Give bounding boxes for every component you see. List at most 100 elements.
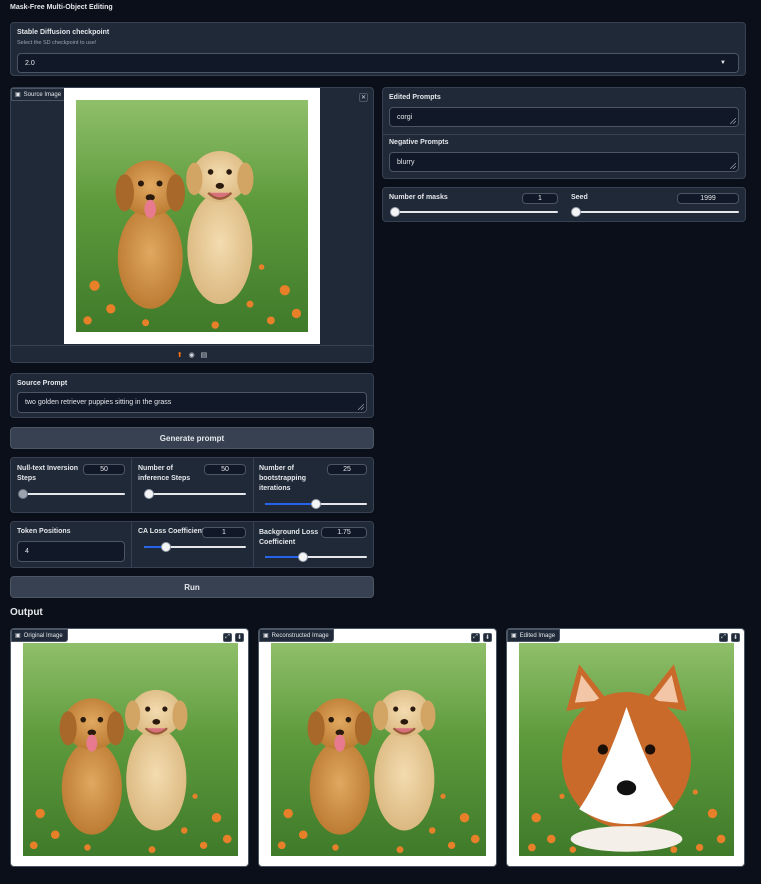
dropdown-arrow-icon: ▼ — [720, 60, 726, 66]
null-text-slider[interactable] — [18, 489, 125, 499]
download-icon[interactable]: ⬇ — [235, 633, 244, 642]
source-prompt-input[interactable]: two golden retriever puppies sitting in … — [17, 392, 367, 413]
checkpoint-dropdown[interactable]: 2.0 ▼ — [17, 53, 739, 73]
seed-slider[interactable] — [571, 207, 739, 217]
edited-image-tag: ▣ Edited Image — [507, 629, 561, 642]
num-masks-number[interactable]: 1 — [522, 193, 558, 204]
bg-loss-label: Background Loss Coefficient — [259, 529, 319, 546]
source-image-label-tag: ▣ Source Image — [11, 88, 67, 101]
generate-prompt-button[interactable]: Generate prompt — [10, 427, 374, 449]
slider-thumb[interactable] — [18, 489, 28, 499]
fullscreen-icon[interactable]: ⤢ — [719, 633, 728, 642]
slider-track — [23, 493, 125, 495]
bg-loss-slider[interactable] — [265, 552, 367, 562]
slider-track — [395, 211, 558, 213]
original-image — [23, 643, 238, 856]
prompts-panel: Edited Prompts corgi Negative Prompts bl… — [382, 87, 746, 179]
fullscreen-icon[interactable]: ⤢ — [223, 633, 232, 642]
upload-icon[interactable]: ⬆ — [177, 351, 183, 359]
fullscreen-icon[interactable]: ⤢ — [471, 633, 480, 642]
num-masks-slider[interactable] — [390, 207, 558, 217]
webcam-icon[interactable]: ◉ — [189, 351, 195, 359]
slider-fill — [265, 503, 316, 505]
slider-track — [144, 493, 246, 495]
bg-loss-number[interactable]: 1.75 — [321, 527, 367, 538]
bootstrapping-slider[interactable] — [265, 499, 367, 509]
inference-steps-label: Number of inference Steps — [138, 465, 191, 482]
resize-handle-icon[interactable] — [730, 163, 736, 169]
output-title: Output — [10, 607, 43, 618]
image-icon: ▣ — [15, 633, 21, 639]
token-positions-value: 4 — [25, 548, 29, 555]
cell-divider — [253, 522, 254, 567]
edited-image-panel: ▣ Edited Image ⤢ ⬇ — [506, 628, 745, 867]
cell-divider — [253, 458, 254, 512]
slider-thumb[interactable] — [297, 552, 308, 562]
source-image-frame — [64, 88, 320, 344]
checkpoint-panel: Stable Diffusion checkpoint Select the S… — [10, 22, 746, 76]
reconstructed-image-label: Reconstructed Image — [271, 632, 329, 639]
source-image-toolbar: ⬆ ◉ ▤ — [11, 345, 373, 363]
source-prompt-value: two golden retriever puppies sitting in … — [25, 399, 172, 406]
negative-prompts-label: Negative Prompts — [389, 139, 449, 146]
seed-label: Seed — [571, 194, 588, 201]
prompts-divider — [383, 134, 745, 135]
reconstructed-image-panel: ▣ Reconstructed Image ⤢ ⬇ — [258, 628, 497, 867]
original-image-label: Original Image — [23, 632, 63, 639]
source-prompt-panel: Source Prompt two golden retriever puppi… — [10, 373, 374, 418]
inference-steps-number[interactable]: 50 — [204, 464, 246, 475]
slider-thumb[interactable] — [144, 489, 155, 499]
slider-track — [576, 211, 739, 213]
download-icon[interactable]: ⬇ — [731, 633, 740, 642]
source-image — [76, 100, 308, 332]
num-masks-label: Number of masks — [389, 194, 448, 201]
masks-seed-panel: Number of masks 1 Seed 1999 — [382, 187, 746, 222]
resize-handle-icon[interactable] — [358, 404, 364, 410]
source-prompt-label: Source Prompt — [17, 380, 68, 387]
slider-thumb[interactable] — [161, 542, 172, 552]
slider-thumb[interactable] — [571, 207, 581, 217]
close-icon[interactable]: ✕ — [359, 93, 368, 102]
negative-prompts-input[interactable]: blurry — [389, 152, 739, 172]
edited-image — [519, 643, 734, 856]
seed-number[interactable]: 1999 — [677, 193, 739, 204]
loss-panel: Token Positions 4 CA Loss Coefficient 1 … — [10, 521, 374, 568]
download-icon[interactable]: ⬇ — [483, 633, 492, 642]
bootstrapping-number[interactable]: 25 — [327, 464, 367, 475]
checkpoint-label: Stable Diffusion checkpoint — [17, 29, 110, 36]
checkpoint-info: Select the SD checkpoint to use! — [17, 40, 97, 46]
run-button[interactable]: Run — [10, 576, 374, 598]
source-image-panel[interactable]: ▣ Source Image ✕ ⬆ ◉ ▤ — [10, 87, 374, 363]
null-text-label: Null-text Inversion Steps — [17, 465, 79, 482]
checkpoint-value: 2.0 — [25, 59, 35, 67]
app-title: Mask-Free Multi-Object Editing — [10, 4, 113, 11]
cell-divider — [131, 458, 132, 512]
reconstructed-image-tag: ▣ Reconstructed Image — [259, 629, 334, 642]
steps-panel: Null-text Inversion Steps 50 Number of i… — [10, 457, 374, 513]
slider-thumb[interactable] — [390, 207, 400, 217]
original-image-panel: ▣ Original Image ⤢ ⬇ — [10, 628, 249, 867]
image-icon: ▣ — [511, 633, 517, 639]
resize-handle-icon[interactable] — [730, 118, 736, 124]
cell-divider — [131, 522, 132, 567]
edited-prompts-label: Edited Prompts — [389, 94, 441, 101]
clipboard-icon[interactable]: ▤ — [201, 351, 208, 359]
ca-loss-number[interactable]: 1 — [202, 527, 246, 538]
source-image-label: Source Image — [23, 91, 62, 98]
ca-loss-slider[interactable] — [144, 542, 246, 552]
image-icon: ▣ — [15, 92, 21, 98]
image-icon: ▣ — [263, 633, 269, 639]
edited-image-label: Edited Image — [519, 632, 556, 639]
reconstructed-image — [271, 643, 486, 856]
token-positions-label: Token Positions — [17, 528, 71, 535]
slider-thumb[interactable] — [311, 499, 321, 509]
bootstrapping-label: Number of bootstrapping iterations — [259, 465, 307, 492]
edited-prompts-value: corgi — [397, 113, 413, 121]
original-image-tag: ▣ Original Image — [11, 629, 68, 642]
ca-loss-label: CA Loss Coefficient — [138, 528, 205, 535]
token-positions-input[interactable]: 4 — [17, 541, 125, 562]
negative-prompts-value: blurry — [397, 158, 415, 166]
inference-steps-slider[interactable] — [144, 489, 246, 499]
null-text-number[interactable]: 50 — [83, 464, 125, 475]
edited-prompts-input[interactable]: corgi — [389, 107, 739, 127]
